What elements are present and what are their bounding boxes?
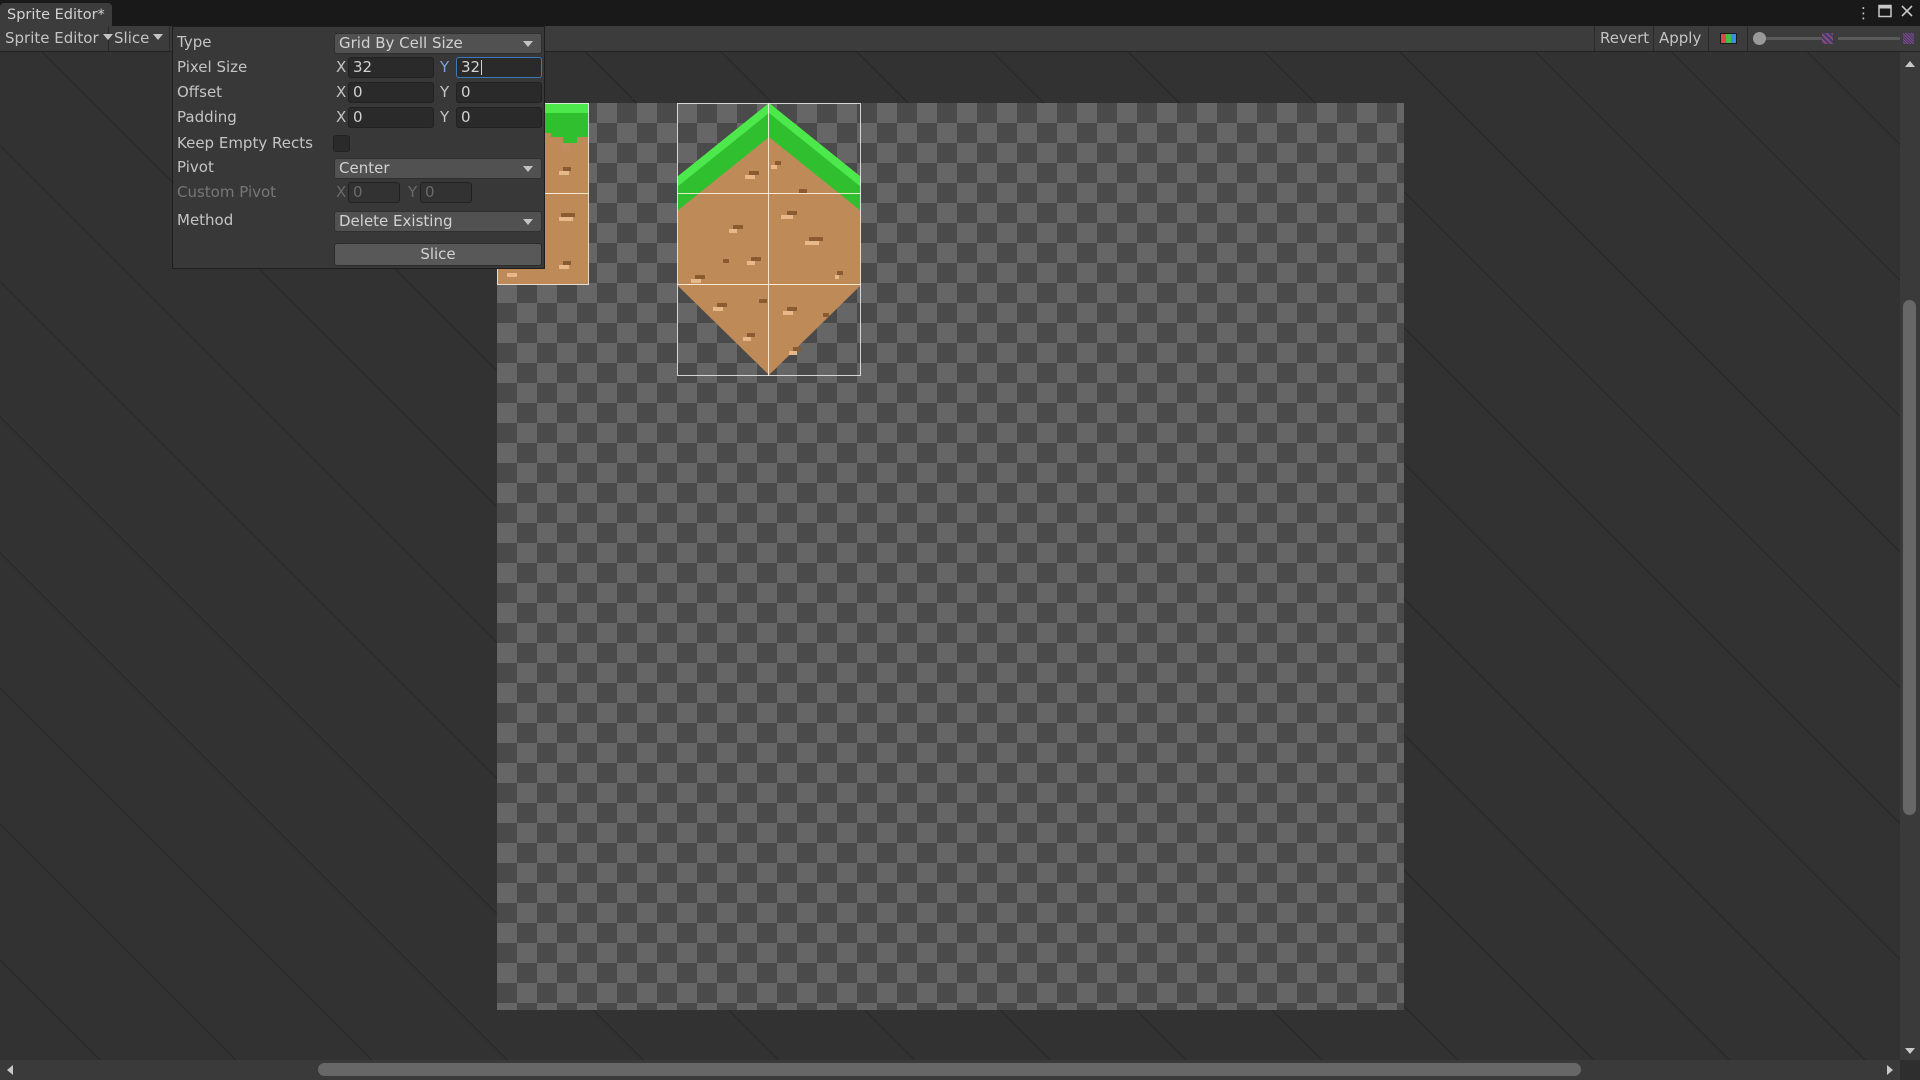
custom-pivot-label: Custom Pivot	[177, 183, 277, 201]
zoom-slider-handle[interactable]	[1753, 32, 1766, 45]
pixel-size-y-value: 32	[461, 58, 481, 76]
chevron-down-icon	[523, 219, 533, 225]
custom-pivot-y-input: 0	[420, 182, 472, 203]
padding-x-label: X	[336, 108, 347, 126]
sprite-grid-line	[768, 103, 769, 376]
chevron-down-icon	[153, 33, 164, 40]
slice-menu-dropdown[interactable]: Slice	[109, 26, 170, 51]
pixel-size-y-input[interactable]: 32	[456, 57, 542, 78]
window-tab[interactable]: Sprite Editor*	[0, 3, 112, 26]
scroll-down-icon[interactable]	[1905, 1048, 1915, 1054]
pivot-dropdown[interactable]: Center	[334, 158, 542, 179]
custom-pivot-y-label: Y	[408, 183, 418, 201]
scroll-left-icon[interactable]	[7, 1065, 13, 1075]
pixel-size-x-input[interactable]: 32	[348, 57, 434, 78]
sprite-editor-mode-dropdown[interactable]: Sprite Editor	[0, 26, 113, 51]
chevron-down-icon	[523, 41, 533, 47]
keep-empty-rects-label: Keep Empty Rects	[177, 134, 313, 152]
padding-y-label: Y	[440, 108, 450, 126]
sprite-editor-mode-label: Sprite Editor	[5, 29, 99, 47]
scrollbar-corner	[1900, 1060, 1920, 1080]
sprite-grid-line	[677, 193, 861, 194]
padding-x-input[interactable]: 0	[348, 107, 434, 128]
horizontal-scrollbar[interactable]	[0, 1060, 1900, 1080]
pixel-size-y-label: Y	[440, 58, 450, 76]
offset-x-label: X	[336, 83, 347, 101]
keep-empty-rects-checkbox[interactable]	[333, 135, 350, 152]
color-channel-toggle[interactable]	[1709, 26, 1748, 51]
method-value: Delete Existing	[339, 212, 453, 230]
more-options-icon[interactable]: ⋮	[1856, 3, 1871, 23]
slice-menu-label: Slice	[114, 29, 150, 47]
low-mip-icon	[1822, 33, 1833, 44]
type-value: Grid By Cell Size	[339, 34, 463, 52]
rgb-channels-icon	[1720, 33, 1737, 44]
close-icon[interactable]	[1898, 3, 1916, 23]
pixel-size-x-label: X	[336, 58, 347, 76]
method-label: Method	[177, 211, 234, 229]
offset-x-input[interactable]: 0	[348, 82, 434, 103]
zoom-slider[interactable]	[1752, 26, 1824, 51]
scroll-right-icon[interactable]	[1887, 1065, 1893, 1075]
type-dropdown[interactable]: Grid By Cell Size	[334, 33, 542, 54]
vertical-scrollbar[interactable]	[1900, 52, 1920, 1060]
custom-pivot-x-label: X	[336, 183, 347, 201]
zoom-slider-track	[1760, 37, 1822, 40]
sprite-rect-selected[interactable]	[677, 103, 861, 376]
slice-button[interactable]: Slice	[334, 243, 542, 266]
padding-label: Padding	[177, 108, 237, 126]
apply-button[interactable]: Apply	[1654, 26, 1709, 51]
method-dropdown[interactable]: Delete Existing	[334, 211, 542, 232]
type-label: Type	[177, 33, 212, 51]
sprite-grid-line	[677, 284, 861, 285]
revert-button[interactable]: Revert	[1594, 26, 1654, 51]
high-mip-icon	[1903, 33, 1914, 44]
texture-transparency-checkerboard	[497, 103, 1404, 1010]
pivot-value: Center	[339, 159, 390, 177]
offset-y-input[interactable]: 0	[456, 82, 542, 103]
pixel-size-label: Pixel Size	[177, 58, 248, 76]
padding-y-input[interactable]: 0	[456, 107, 542, 128]
title-bar: Sprite Editor* ⋮	[0, 0, 1920, 26]
mip-slider[interactable]	[1838, 37, 1900, 40]
vertical-scrollbar-thumb[interactable]	[1903, 300, 1916, 815]
chevron-down-icon	[523, 166, 533, 172]
offset-label: Offset	[177, 83, 223, 101]
maximize-icon[interactable]	[1876, 3, 1894, 23]
horizontal-scrollbar-thumb[interactable]	[318, 1063, 1581, 1076]
custom-pivot-x-input: 0	[348, 182, 400, 203]
text-cursor	[481, 60, 483, 75]
offset-y-label: Y	[440, 83, 450, 101]
pivot-label: Pivot	[177, 158, 214, 176]
scroll-up-icon[interactable]	[1905, 61, 1915, 67]
slice-settings-popup: Type Grid By Cell Size Pixel Size X 32 Y…	[172, 26, 545, 269]
